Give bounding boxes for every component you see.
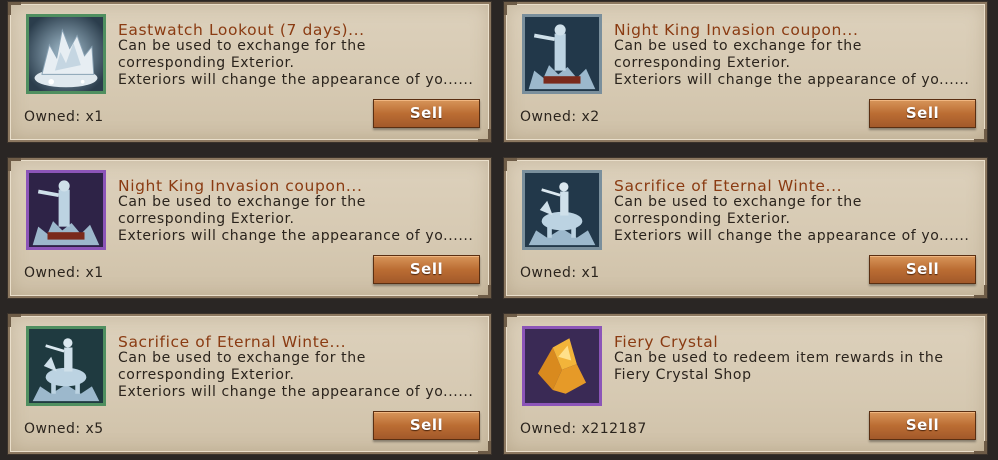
sell-button[interactable]: Sell [373,255,480,284]
description-line: Exteriors will change the appearance of … [118,384,474,400]
owned-count: Owned: x2 [520,109,600,125]
sell-button[interactable]: Sell [869,99,976,128]
fiery-crystal-icon [522,326,602,406]
owned-count: Owned: x212187 [520,421,647,437]
night-king-statue-icon [522,14,602,94]
owned-count: Owned: x5 [24,421,104,437]
horse-rider-statue-icon [26,326,106,406]
item-description: Can be used to exchange for the correspo… [614,38,984,89]
description-line: Can be used to exchange for the [614,194,862,210]
item-card[interactable]: Eastwatch Lookout (7 days)... Can be use… [8,2,491,142]
description-line: corresponding Exterior. [614,55,791,71]
item-title: Sacrifice of Eternal Winte... [118,333,347,351]
owned-count: Owned: x1 [24,265,104,281]
night-king-statue-icon [26,170,106,250]
item-card[interactable]: Sacrifice of Eternal Winte... Can be use… [8,314,491,454]
item-title: Fiery Crystal [614,333,719,351]
item-title: Eastwatch Lookout (7 days)... [118,21,365,39]
description-line: Exteriors will change the appearance of … [118,72,474,88]
item-card[interactable]: Night King Invasion coupon... Can be use… [504,2,987,142]
item-description: Can be used to redeem item rewards in th… [614,350,984,384]
description-line: Exteriors will change the appearance of … [614,72,970,88]
item-title: Night King Invasion coupon... [614,21,859,39]
description-line: Can be used to exchange for the [614,38,862,54]
item-card[interactable]: Fiery Crystal Can be used to redeem item… [504,314,987,454]
description-line: Can be used to exchange for the [118,38,366,54]
description-line: corresponding Exterior. [118,211,295,227]
description-line: Exteriors will change the appearance of … [614,228,970,244]
description-line: Can be used to exchange for the [118,194,366,210]
item-card[interactable]: Night King Invasion coupon... Can be use… [8,158,491,298]
description-line: Can be used to exchange for the [118,350,366,366]
sell-button[interactable]: Sell [869,411,976,440]
item-description: Can be used to exchange for the correspo… [614,194,984,245]
item-title: Night King Invasion coupon... [118,177,363,195]
item-grid: Eastwatch Lookout (7 days)... Can be use… [0,0,998,460]
description-line: corresponding Exterior. [118,55,295,71]
item-description: Can be used to exchange for the correspo… [118,350,488,401]
item-description: Can be used to exchange for the correspo… [118,194,488,245]
description-line: Fiery Crystal Shop [614,367,752,383]
description-line: corresponding Exterior. [118,367,295,383]
owned-count: Owned: x1 [520,265,600,281]
sell-button[interactable]: Sell [373,411,480,440]
item-title: Sacrifice of Eternal Winte... [614,177,843,195]
sell-button[interactable]: Sell [373,99,480,128]
description-line: Exteriors will change the appearance of … [118,228,474,244]
owned-count: Owned: x1 [24,109,104,125]
item-description: Can be used to exchange for the correspo… [118,38,488,89]
ice-castle-icon [26,14,106,94]
horse-rider-statue-icon [522,170,602,250]
description-line: Can be used to redeem item rewards in th… [614,350,944,366]
sell-button[interactable]: Sell [869,255,976,284]
item-card[interactable]: Sacrifice of Eternal Winte... Can be use… [504,158,987,298]
description-line: corresponding Exterior. [614,211,791,227]
